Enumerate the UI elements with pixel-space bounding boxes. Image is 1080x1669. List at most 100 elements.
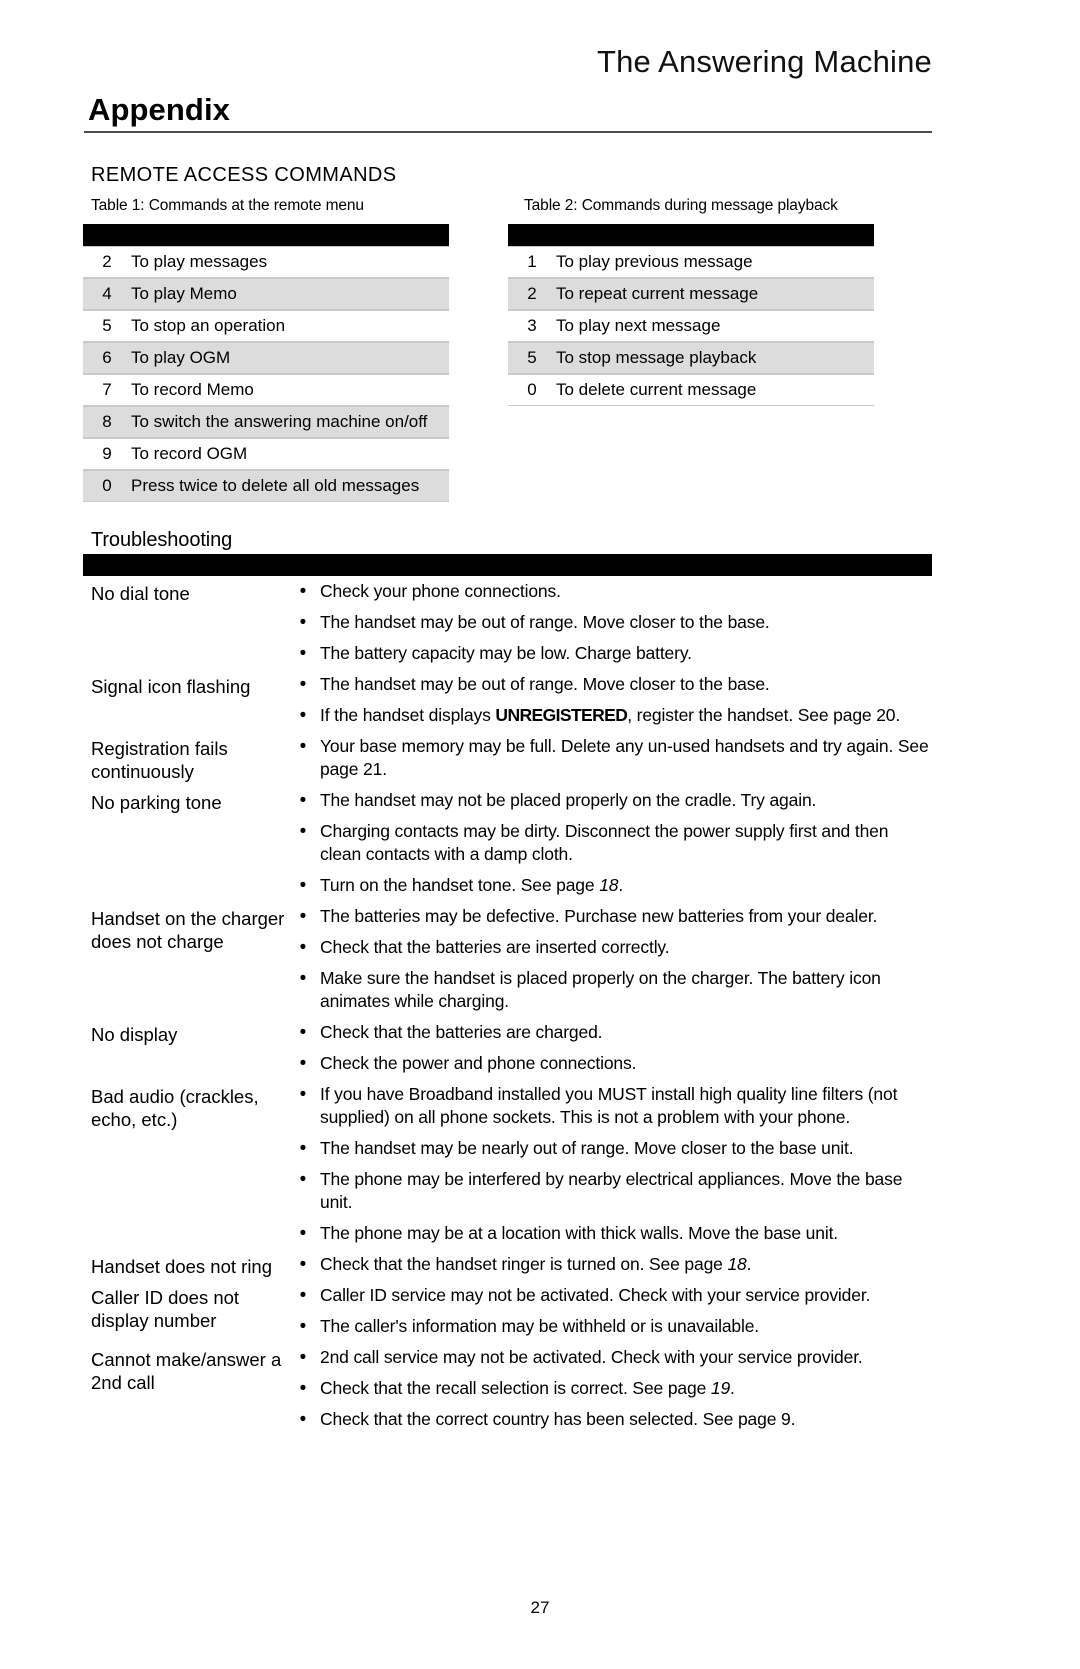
solution-text: Make sure the handset is placed properly… — [320, 968, 881, 1011]
bullet-icon: • — [299, 1378, 307, 1399]
table-row: 5 To stop message playback — [508, 342, 874, 374]
symptom-label: Caller ID does not display number — [91, 1287, 240, 1331]
troubleshooting-header-bar — [83, 554, 932, 576]
table-header-bar — [83, 224, 449, 246]
command-description: To stop an operation — [131, 316, 286, 335]
symptom-label: Registration fails continuously — [91, 738, 228, 782]
troubleshooting-row: Handset on the charger does not charge • T… — [83, 901, 932, 1017]
solution-text: Check the power and phone connections. — [320, 1053, 637, 1073]
command-description: To play messages — [131, 252, 268, 271]
table-row: 0 To delete current message — [508, 374, 874, 406]
list-item: • Charging contacts may be dirty. Disconn… — [286, 820, 932, 866]
symptom-label: No parking tone — [91, 792, 222, 813]
solution-list: • Check your phone connections. • The hands… — [286, 576, 932, 669]
list-item: • 2nd call service may not be activated. … — [286, 1346, 932, 1369]
solution-list: • Check that the batteries are charged. • C… — [286, 1017, 932, 1079]
troubleshooting-row: No dial tone • Check your phone connection… — [83, 576, 932, 669]
solution-list: • If you have Broadband installed you MUS… — [286, 1079, 932, 1249]
command-key: 4 — [102, 284, 112, 303]
bullet-icon: • — [299, 705, 307, 726]
solution-text: The handset may not be placed properly o… — [320, 790, 817, 810]
troubleshooting-title: Troubleshooting — [91, 529, 233, 551]
solution-list: • 2nd call service may not be activated. … — [286, 1342, 932, 1435]
solution-text: Charging contacts may be dirty. Disconne… — [320, 821, 889, 864]
solution-list: • Check that the handset ringer is turned… — [286, 1249, 932, 1280]
bullet-icon: • — [299, 790, 307, 811]
bullet-icon: • — [299, 1084, 307, 1105]
troubleshooting-row: Handset does not ring • Check that the han… — [83, 1249, 932, 1280]
list-item: • If the handset displays UNREGISTERED, r… — [286, 704, 932, 727]
solution-text: The caller's information may be withheld… — [320, 1316, 760, 1336]
solution-text: The phone may be interfered by nearby el… — [320, 1169, 903, 1212]
troubleshooting-row: Cannot make/answer a 2nd call • 2nd call s… — [83, 1342, 932, 1435]
bullet-icon: • — [299, 1022, 307, 1043]
solution-list: • The batteries may be defective. Purchas… — [286, 901, 932, 1017]
bullet-icon: • — [299, 937, 307, 958]
solution-list: • The handset may be out of range. Move c… — [286, 669, 932, 731]
table-row: 2 To play messages — [83, 246, 449, 278]
command-description: To repeat current message — [556, 284, 759, 303]
table-row: 0 Press twice to delete all old messages — [83, 470, 449, 502]
solution-text: Check that the batteries are charged. — [320, 1022, 603, 1042]
chapter-title: Appendix — [88, 92, 231, 127]
command-key: 0 — [527, 380, 537, 399]
command-key: 8 — [102, 412, 112, 431]
list-item: • Caller ID service may not be activated.… — [286, 1284, 932, 1307]
solution-text: The handset may be out of range. Move cl… — [320, 674, 770, 694]
command-description: To record Memo — [131, 380, 254, 399]
table-row: 1 To play previous message — [508, 246, 874, 278]
solution-text: If you have Broadband installed you MUST… — [320, 1084, 898, 1127]
solution-list: • The handset may not be placed properly … — [286, 785, 932, 901]
bullet-icon: • — [299, 674, 307, 695]
solution-text: Check that the recall selection is corre… — [320, 1378, 735, 1398]
list-item: • Check that the correct country has been… — [286, 1408, 932, 1431]
solution-text: Check that the correct country has been … — [320, 1409, 796, 1429]
bullet-icon: • — [299, 612, 307, 633]
list-item: • The handset may be out of range. Move c… — [286, 611, 932, 634]
list-item: • Check the power and phone connections. — [286, 1052, 932, 1075]
list-item: • If you have Broadband installed you MUS… — [286, 1083, 932, 1129]
table-row: 7 To record Memo — [83, 374, 449, 406]
command-description: To record OGM — [131, 444, 248, 463]
solution-text: Check that the batteries are inserted co… — [320, 937, 670, 957]
command-key: 0 — [102, 476, 112, 495]
command-key: 2 — [102, 252, 112, 271]
list-item: • The handset may be out of range. Move c… — [286, 673, 932, 696]
table-row: 8 To switch the answering machine on/off — [83, 406, 449, 438]
bullet-icon: • — [299, 1223, 307, 1244]
bullet-icon: • — [299, 1285, 307, 1306]
running-head: The Answering Machine — [596, 44, 932, 79]
bullet-icon: • — [299, 581, 307, 602]
solution-text: The phone may be at a location with thic… — [320, 1223, 839, 1243]
list-item: • The phone may be at a location with thi… — [286, 1222, 932, 1245]
bullet-icon: • — [299, 821, 307, 842]
command-description: To play next message — [556, 316, 721, 335]
bullet-icon: • — [299, 906, 307, 927]
table-row: 2 To repeat current message — [508, 278, 874, 310]
troubleshooting-table: No dial tone • Check your phone connection… — [83, 576, 932, 1435]
command-description: To play previous message — [556, 252, 753, 271]
bullet-icon: • — [299, 1409, 307, 1430]
bullet-icon: • — [299, 1169, 307, 1190]
bullet-icon: • — [299, 1347, 307, 1368]
list-item: • The handset may be nearly out of range.… — [286, 1137, 932, 1160]
table-header-bar — [508, 224, 874, 246]
list-item: • Check that the recall selection is corr… — [286, 1377, 932, 1400]
command-key: 2 — [527, 284, 537, 303]
command-description: To stop message playback — [556, 348, 757, 367]
list-item: • The handset may not be placed properly … — [286, 789, 932, 812]
solution-text: Check that the handset ringer is turned … — [320, 1254, 752, 1274]
solution-text: Caller ID service may not be activated. … — [320, 1285, 871, 1305]
troubleshooting-row: Signal icon flashing • The handset may be … — [83, 669, 932, 731]
list-item: • Check that the batteries are charged. — [286, 1021, 932, 1044]
troubleshooting-row: Caller ID does not display number • Caller… — [83, 1280, 932, 1342]
list-item: • Check that the handset ringer is turned… — [286, 1253, 932, 1276]
document-page: The Answering Machine Appendix REMOTE AC… — [0, 0, 1080, 1669]
solution-text: The batteries may be defective. Purchase… — [320, 906, 878, 926]
solution-list: • Your base memory may be full. Delete an… — [286, 731, 932, 785]
bullet-icon: • — [299, 1254, 307, 1275]
remote-menu-commands-table: 2 To play messages 4 To play Memo 5 To stop a… — [83, 224, 449, 502]
solution-text: 2nd call service may not be activated. C… — [320, 1347, 863, 1367]
bullet-icon: • — [299, 1053, 307, 1074]
symptom-label: Cannot make/answer a 2nd call — [91, 1349, 282, 1393]
